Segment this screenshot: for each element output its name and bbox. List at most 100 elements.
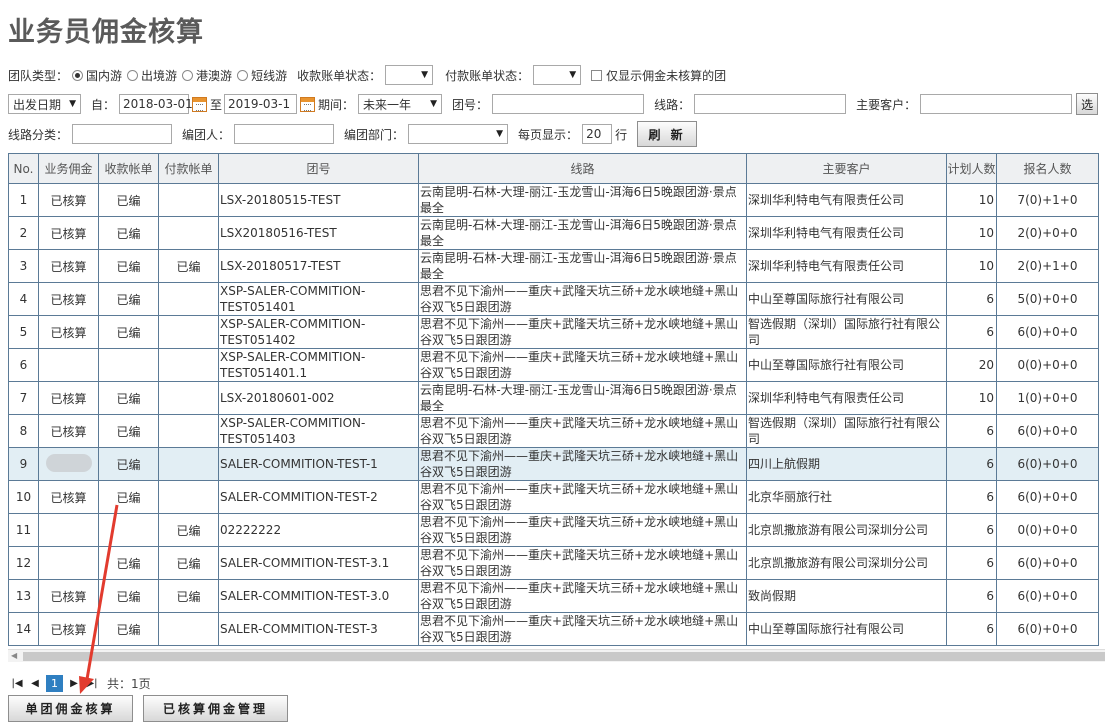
route-input[interactable] — [694, 94, 847, 114]
period-select[interactable]: 未来一年 ▼ — [358, 94, 443, 114]
table-row[interactable]: 14 已核算 已编 SALER-COMMITION-TEST-3 思君不见下渝州——重庆… — [8, 612, 1099, 646]
to-date-input[interactable]: 2019-03-1 — [224, 94, 298, 114]
current-page[interactable]: 1 — [46, 674, 63, 692]
dept-label: 编团部门： — [344, 127, 405, 142]
cell-customer: 中山至尊国际旅行社有限公司 — [746, 612, 947, 646]
cell-team-no: XSP-SALER-COMMITION-TEST051401 — [218, 282, 419, 316]
results-table-container: No. 业务佣金 收款帐单 付款帐单 团号 线路 主要客户 计划人数 报名人数 … — [8, 153, 1105, 648]
prev-page-icon[interactable]: ◀ — [28, 676, 42, 690]
main-customer-input[interactable] — [920, 94, 1073, 114]
cell-receivable: 已编 — [98, 546, 159, 580]
first-page-icon[interactable]: |◀ — [10, 676, 24, 690]
cell-route: 云南昆明-石林-大理-丽江-玉龙雪山-洱海6日5晚跟团游·景点最全 — [418, 216, 747, 250]
results-table: No. 业务佣金 收款帐单 付款帐单 团号 线路 主要客户 计划人数 报名人数 … — [8, 153, 1099, 646]
chevron-down-icon: ▼ — [569, 70, 577, 80]
cell-payable — [158, 216, 219, 250]
date-type-select[interactable]: 出发日期 ▼ — [8, 94, 81, 114]
col-header-route[interactable]: 线路 — [418, 153, 747, 184]
table-row[interactable]: 1 已核算 已编 LSX-20180515-TEST 云南昆明-石林-大理-丽江-玉龙雪… — [8, 183, 1099, 217]
horizontal-scrollbar[interactable]: ◀ — [8, 649, 1105, 662]
cell-no: 10 — [8, 480, 39, 514]
redacted-value — [45, 453, 92, 472]
cell-team-no: SALER-COMMITION-TEST-3 — [218, 612, 419, 646]
col-header-team-no[interactable]: 团号 — [218, 153, 419, 184]
scrollbar-thumb[interactable] — [23, 652, 1105, 661]
page-size-input[interactable]: 20 — [582, 124, 613, 144]
table-row[interactable]: 6 XSP-SALER-COMMITION-TEST051401.1 思君不见下渝州… — [8, 348, 1099, 382]
cell-commission: 已核算 — [38, 381, 99, 415]
next-page-icon[interactable]: ▶ — [67, 676, 81, 690]
cell-no: 3 — [8, 249, 39, 283]
cell-planned: 6 — [946, 612, 997, 646]
team-no-input[interactable] — [492, 94, 645, 114]
filter-row-2: 出发日期 ▼ 自： 2018-03-01 至 2019-03-1 期间： 未来一年… — [8, 93, 1099, 115]
cell-route: 思君不见下渝州——重庆+武隆天坑三硚+龙水峡地缝+黑山谷双飞5日跟团游 — [418, 612, 747, 646]
cell-no: 12 — [8, 546, 39, 580]
col-header-customer[interactable]: 主要客户 — [746, 153, 947, 184]
select-customer-button[interactable]: 选 — [1076, 93, 1099, 115]
table-row[interactable]: 7 已核算 已编 LSX-20180601-002 云南昆明-石林-大理-丽江-玉龙雪山… — [8, 381, 1099, 415]
table-row[interactable]: 9 已编 SALER-COMMITION-TEST-1 思君不见下渝州——重庆+武隆天… — [8, 447, 1099, 481]
radio-short-route[interactable]: 短线游 — [237, 67, 287, 84]
table-row[interactable]: 11 已编 02222222 思君不见下渝州——重庆+武隆天坑三硚+龙水峡地缝+黑山谷… — [8, 513, 1099, 547]
only-unaccounted-checkbox[interactable] — [591, 69, 603, 81]
table-row[interactable]: 2 已核算 已编 LSX20180516-TEST 云南昆明-石林-大理-丽江-玉龙雪山… — [8, 216, 1099, 250]
table-row[interactable]: 10 已核算 已编 SALER-COMMITION-TEST-2 思君不见下渝州——重庆… — [8, 480, 1099, 514]
refresh-button[interactable]: 刷 新 — [637, 121, 698, 147]
col-header-commission[interactable]: 业务佣金 — [38, 153, 99, 184]
last-page-icon[interactable]: ▶| — [85, 676, 99, 690]
to-label: 至 — [210, 97, 223, 112]
col-header-signed[interactable]: 报名人数 — [996, 153, 1099, 184]
cell-route: 思君不见下渝州——重庆+武隆天坑三硚+龙水峡地缝+黑山谷双飞5日跟团游 — [418, 414, 747, 448]
radio-dot-icon — [182, 69, 194, 81]
route-category-input[interactable] — [72, 124, 173, 144]
radio-hk-macau[interactable]: 港澳游 — [182, 67, 232, 84]
table-row[interactable]: 8 已核算 已编 XSP-SALER-COMMITION-TEST051403 思君不见… — [8, 414, 1099, 448]
period-label: 期间： — [318, 97, 355, 112]
receivable-status-select[interactable]: ▼ — [385, 65, 434, 85]
col-header-no[interactable]: No. — [8, 153, 39, 184]
col-header-planned[interactable]: 计划人数 — [946, 153, 997, 184]
cell-route: 思君不见下渝州——重庆+武隆天坑三硚+龙水峡地缝+黑山谷双飞5日跟团游 — [418, 447, 747, 481]
chevron-down-icon: ▼ — [421, 70, 429, 80]
cell-planned: 20 — [946, 348, 997, 382]
cell-route: 思君不见下渝州——重庆+武隆天坑三硚+龙水峡地缝+黑山谷双飞5日跟团游 — [418, 579, 747, 613]
pagination: |◀ ◀ 1 ▶ ▶| 共：1页 — [10, 673, 151, 693]
cell-team-no: SALER-COMMITION-TEST-3.0 — [218, 579, 419, 613]
radio-dot-icon — [72, 69, 84, 81]
cell-commission: 已核算 — [38, 282, 99, 316]
table-row[interactable]: 12 已编 已编 SALER-COMMITION-TEST-3.1 思君不见下渝州——重… — [8, 546, 1099, 580]
radio-domestic[interactable]: 国内游 — [72, 67, 122, 84]
cell-team-no: SALER-COMMITION-TEST-2 — [218, 480, 419, 514]
creator-input[interactable] — [234, 124, 335, 144]
chevron-down-icon: ▼ — [430, 99, 438, 109]
cell-payable — [158, 381, 219, 415]
radio-dot-icon — [237, 69, 249, 81]
cell-payable: 已编 — [158, 513, 219, 547]
radio-outbound[interactable]: 出境游 — [127, 67, 177, 84]
table-row[interactable]: 5 已核算 已编 XSP-SALER-COMMITION-TEST051402 思君不见… — [8, 315, 1099, 349]
filter-row-3: 线路分类： 编团人： 编团部门： ▼ 每页显示： 20 行 刷 新 — [8, 121, 698, 147]
cell-signed: 0(0)+0+0 — [996, 348, 1099, 382]
cell-signed: 7(0)+1+0 — [996, 183, 1099, 217]
accounted-management-button[interactable]: 已核算佣金管理 — [143, 695, 288, 722]
cell-commission: 已核算 — [38, 183, 99, 217]
cell-commission — [38, 546, 99, 580]
dept-select[interactable]: ▼ — [408, 124, 509, 144]
table-row[interactable]: 3 已核算 已编 已编 LSX-20180517-TEST 云南昆明-石林-大理-丽江-玉… — [8, 249, 1099, 283]
cell-customer: 智选假期（深圳）国际旅行社有限公司 — [746, 315, 947, 349]
single-commission-button[interactable]: 单团佣金核算 — [8, 695, 133, 722]
scroll-left-icon[interactable]: ◀ — [11, 651, 17, 660]
col-header-payable[interactable]: 付款帐单 — [158, 153, 219, 184]
cell-signed: 5(0)+0+0 — [996, 282, 1099, 316]
from-date-input[interactable]: 2018-03-01 — [119, 94, 193, 114]
page-total: 共：1页 — [107, 676, 151, 691]
table-row[interactable]: 4 已核算 已编 XSP-SALER-COMMITION-TEST051401 思君不见… — [8, 282, 1099, 316]
calendar-icon[interactable] — [300, 96, 316, 112]
col-header-receivable[interactable]: 收款帐单 — [98, 153, 159, 184]
cell-signed: 6(0)+0+0 — [996, 315, 1099, 349]
cell-planned: 10 — [946, 249, 997, 283]
table-row[interactable]: 13 已核算 已编 已编 SALER-COMMITION-TEST-3.0 思君不见下渝州… — [8, 579, 1099, 613]
calendar-icon[interactable] — [192, 96, 208, 112]
payable-status-select[interactable]: ▼ — [533, 65, 582, 85]
